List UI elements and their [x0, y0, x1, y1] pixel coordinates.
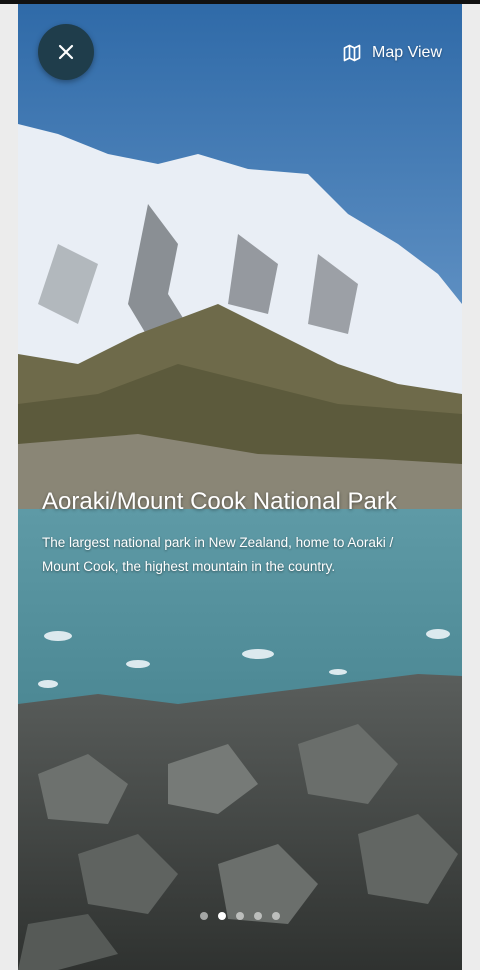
close-button[interactable]: [38, 24, 94, 80]
map-icon: [343, 44, 361, 62]
map-view-label: Map View: [372, 44, 442, 61]
park-title: Aoraki/Mount Cook National Park: [42, 488, 397, 515]
map-view-button[interactable]: Map View: [342, 40, 442, 66]
carousel-pagination: [18, 912, 462, 920]
pagination-dot[interactable]: [236, 912, 244, 920]
pagination-dot[interactable]: [200, 912, 208, 920]
park-card: Map View Aoraki/Mount Cook National Park…: [18, 4, 462, 970]
close-icon: [58, 44, 74, 60]
park-photo: [18, 4, 462, 970]
pagination-dot-active[interactable]: [218, 912, 226, 920]
park-description: The largest national park in New Zealand…: [42, 535, 394, 574]
pagination-dot[interactable]: [272, 912, 280, 920]
pagination-dot[interactable]: [254, 912, 262, 920]
